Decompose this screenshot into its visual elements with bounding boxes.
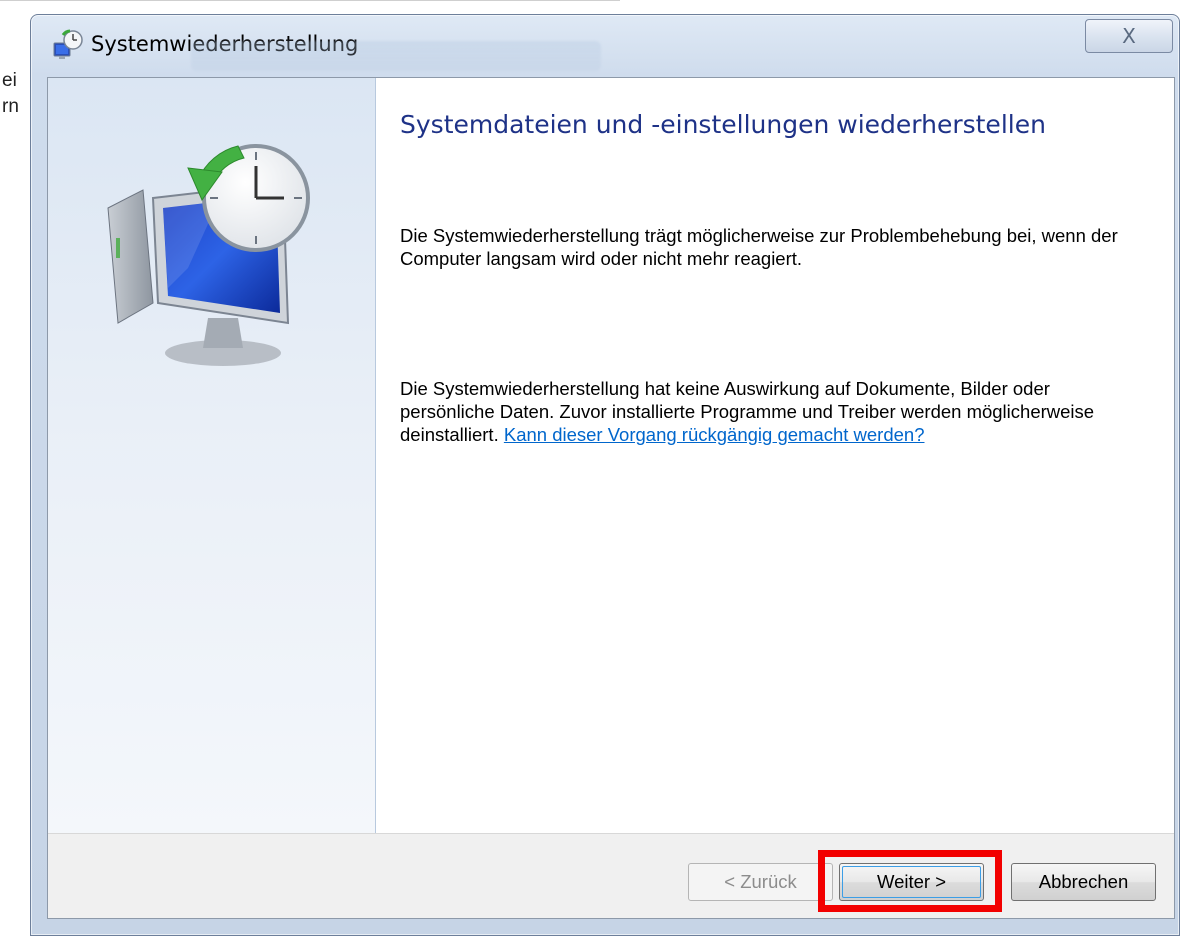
undo-info-link[interactable]: Kann dieser Vorgang rückgängig gemacht w… xyxy=(504,424,925,445)
wizard-sidebar xyxy=(48,78,376,833)
system-restore-window: Systemwiederherstellung X xyxy=(30,14,1180,936)
close-icon: X xyxy=(1122,24,1136,48)
computer-clock-restore-icon xyxy=(107,144,310,366)
wizard-footer: < Zurück Weiter > Abbrechen xyxy=(48,833,1174,918)
next-button[interactable]: Weiter > xyxy=(839,863,984,901)
system-restore-icon xyxy=(53,29,83,59)
page-heading: Systemdateien und -einstellungen wiederh… xyxy=(400,110,1046,139)
background-ghost xyxy=(191,41,601,71)
back-button[interactable]: < Zurück xyxy=(688,863,833,901)
dialog-client-area: Systemdateien und -einstellungen wiederh… xyxy=(47,77,1175,919)
cancel-button[interactable]: Abbrechen xyxy=(1011,863,1156,901)
wizard-content: Systemdateien und -einstellungen wiederh… xyxy=(376,78,1174,833)
background-text-fragment: rn xyxy=(2,96,19,117)
background-text-fragment: ei xyxy=(2,70,17,91)
close-button[interactable]: X xyxy=(1085,19,1173,53)
info-paragraph: Die Systemwiederherstellung hat keine Au… xyxy=(400,377,1120,446)
title-bar[interactable]: Systemwiederherstellung X xyxy=(31,15,1179,77)
description-paragraph: Die Systemwiederherstellung trägt möglic… xyxy=(400,225,1118,269)
